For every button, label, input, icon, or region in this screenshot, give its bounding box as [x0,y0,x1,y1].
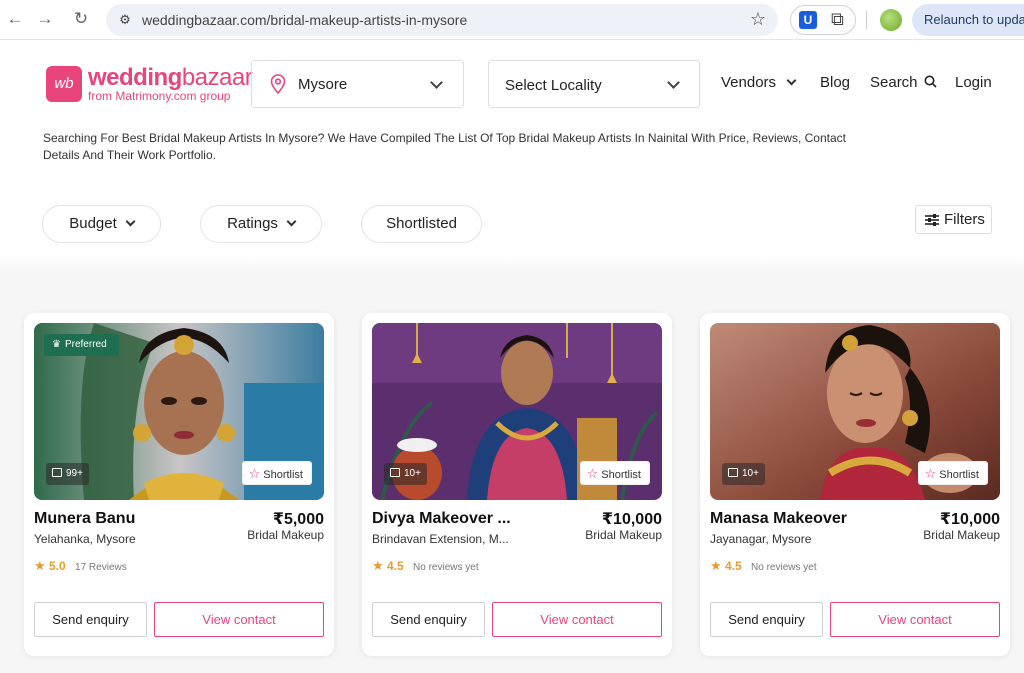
vendor-price: ₹10,000 [601,511,662,528]
vendor-location: Jayanagar, Mysore [710,532,812,546]
photo-count-badge[interactable]: 10+ [722,463,765,485]
vendor-photo[interactable]: 10+ ☆ Shortlist [710,323,1000,500]
nav-vendors-label: Vendors [721,74,777,91]
review-count: No reviews yet [751,562,817,573]
logo-wordmark: weddingbazaar [88,64,253,91]
star-icon: ★ [372,558,384,573]
locality-placeholder: Select Locality [505,77,602,94]
star-icon: ★ [710,558,722,573]
vendor-price: ₹10,000 [939,511,1000,528]
shortlist-button[interactable]: ☆ Shortlist [579,461,650,485]
vendor-card[interactable]: ♛ Preferred 99+ ☆ Shortlist Munera Banu Ye… [24,313,334,656]
vendor-category: Bridal Makeup [247,528,324,542]
page-intro-text: Searching For Best Bridal Makeup Artists… [43,131,846,162]
rating-value: 5.0 [49,559,66,573]
locality-dropdown[interactable]: Select Locality [488,60,700,108]
filters-button[interactable]: Filters [915,205,992,234]
review-count: 17 Reviews [75,562,127,573]
review-count: No reviews yet [413,562,479,573]
send-enquiry-button[interactable]: Send enquiry [34,602,147,637]
photo-count-badge[interactable]: 99+ [46,463,89,485]
search-icon [924,75,937,88]
vendor-price: ₹5,000 [272,511,324,528]
vendor-name[interactable]: Divya Makeover ... [372,510,511,528]
vendor-photo[interactable]: ♛ Preferred 99+ ☆ Shortlist [34,323,324,500]
vendor-location: Yelahanka, Mysore [34,532,136,546]
vendor-location: Brindavan Extension, M... [372,532,509,546]
chevron-down-icon [786,75,797,86]
rating-value: 4.5 [725,559,742,573]
site-settings-icon[interactable]: ⚙ [116,11,134,29]
budget-filter[interactable]: Budget [42,205,161,243]
sliders-icon [925,214,939,226]
vendor-category: Bridal Makeup [585,528,662,542]
ratings-filter[interactable]: Ratings [200,205,322,243]
star-icon: ★ [34,558,46,573]
view-contact-button[interactable]: View contact [830,602,1000,637]
send-enquiry-button[interactable]: Send enquiry [710,602,823,637]
send-enquiry-button[interactable]: Send enquiry [372,602,485,637]
nav-search-label: Search [870,74,918,91]
bitwarden-extension-icon[interactable]: U [799,11,817,29]
gallery-icon [728,468,738,477]
chevron-down-icon [430,76,443,89]
vendor-category: Bridal Makeup [923,528,1000,542]
star-outline-icon: ☆ [924,466,937,481]
vendor-photo[interactable]: 10+ ☆ Shortlist [372,323,662,500]
location-pin-icon [270,74,286,94]
chevron-down-icon [286,216,297,227]
budget-filter-label: Budget [69,215,117,232]
shortlist-button[interactable]: ☆ Shortlist [241,461,312,485]
city-value: Mysore [298,76,348,93]
ratings-filter-label: Ratings [227,215,278,232]
forward-arrow-icon[interactable]: → [34,8,56,30]
photo-count-badge[interactable]: 10+ [384,463,427,485]
reload-icon[interactable]: ↻ [70,8,92,30]
nav-search[interactable]: Search [870,74,937,91]
back-arrow-icon[interactable]: ← [4,8,26,30]
star-outline-icon: ☆ [248,466,261,481]
url-text[interactable]: weddingbazaar.com/bridal-makeup-artists-… [142,12,467,28]
nav-login[interactable]: Login [955,74,992,91]
gallery-icon [52,468,62,477]
profile-avatar[interactable] [880,9,902,31]
crown-icon: ♛ [52,339,61,350]
vendor-rating: ★ 5.0 17 Reviews [34,558,127,574]
logo-mark: wb [46,66,82,102]
vendor-rating: ★ 4.5 No reviews yet [372,558,479,574]
extensions-group: U ⧉ [790,5,856,35]
gallery-icon [390,468,400,477]
view-contact-button[interactable]: View contact [154,602,324,637]
shortlisted-filter[interactable]: Shortlisted [361,205,482,243]
address-bar[interactable]: ⚙ weddingbazaar.com/bridal-makeup-artist… [106,4,778,36]
bookmark-star-icon[interactable]: ☆ [750,9,766,30]
rating-value: 4.5 [387,559,404,573]
vendor-name[interactable]: Munera Banu [34,510,135,528]
view-contact-button[interactable]: View contact [492,602,662,637]
vendor-name[interactable]: Manasa Makeover [710,510,847,528]
extensions-puzzle-icon[interactable]: ⧉ [831,9,844,30]
vendor-rating: ★ 4.5 No reviews yet [710,558,817,574]
city-dropdown[interactable]: Mysore [251,60,464,108]
relaunch-button[interactable]: Relaunch to update [912,4,1024,36]
filters-button-label: Filters [944,211,985,228]
vendor-card[interactable]: 10+ ☆ Shortlist Manasa Makeover Jayanagar… [700,313,1010,656]
nav-blog[interactable]: Blog [820,74,850,91]
header-shadow [0,255,1024,271]
vendor-card[interactable]: 10+ ☆ Shortlist Divya Makeover ... Brinda… [362,313,672,656]
nav-vendors[interactable]: Vendors [721,74,797,91]
star-outline-icon: ☆ [586,466,599,481]
preferred-badge: ♛ Preferred [44,334,119,356]
browser-toolbar: ← → ↻ ⚙ weddingbazaar.com/bridal-makeup-… [0,0,1024,40]
chevron-down-icon [125,216,136,227]
logo-tagline: from Matrimony.com group [88,89,231,103]
chevron-down-icon [667,76,680,89]
shortlist-button[interactable]: ☆ Shortlist [917,461,988,485]
toolbar-divider [866,11,867,29]
